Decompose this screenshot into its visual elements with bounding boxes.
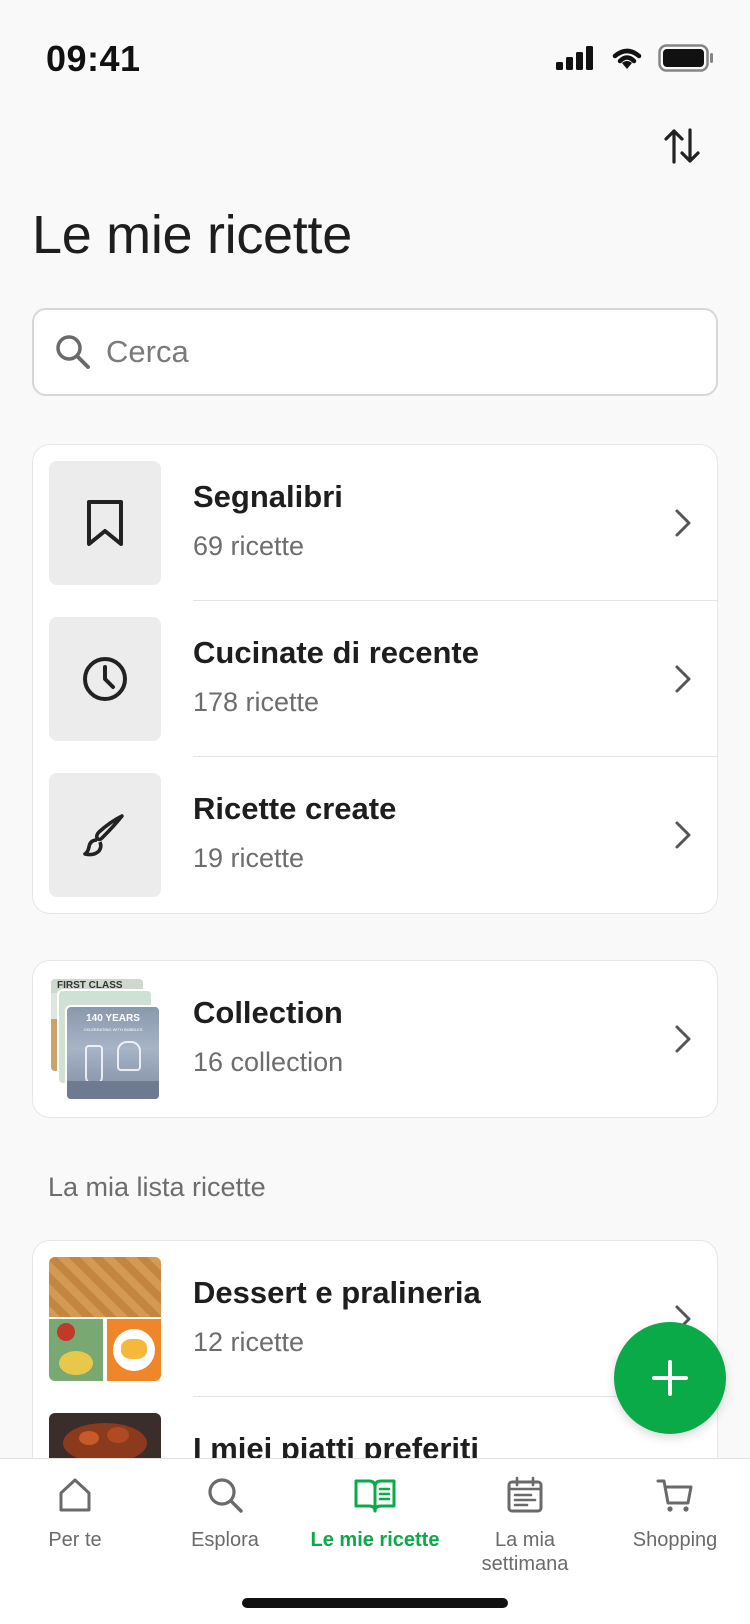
wifi-icon [612, 48, 642, 69]
list-item-created[interactable]: Ricette create 19 ricette [33, 757, 717, 913]
search-input[interactable]: Cerca [32, 308, 718, 396]
section-label: La mia lista ricette [48, 1172, 266, 1202]
search-icon [56, 335, 90, 369]
collection-title: Collection [193, 995, 343, 1030]
list-item-recent[interactable]: Cucinate di recente 178 ricette [33, 601, 717, 757]
list-item-collection[interactable]: FIRST CLASS 140 YEARS CELEBRATING WITH B… [33, 961, 717, 1117]
bookmarks-thumb [49, 461, 161, 585]
brush-icon [83, 814, 124, 857]
home-indicator [242, 1598, 508, 1608]
status-bar: 09:41 [0, 0, 750, 110]
tab-label: La mia settimana [481, 1529, 569, 1575]
cellular-signal-icon [556, 46, 593, 70]
collection-card[interactable]: FIRST CLASS 140 YEARS CELEBRATING WITH B… [32, 960, 718, 1118]
collection-thumb-subtext: CELEBRATING WITH BUBBLES [83, 1027, 143, 1032]
list-item-count: 19 ricette [193, 843, 305, 873]
plus-icon [652, 1360, 688, 1396]
home-icon [59, 1478, 91, 1512]
screen: 09:41 Le mie ricette Cerca Segnalibri 69… [0, 0, 750, 1624]
chevron-right-icon [675, 821, 691, 849]
chevron-right-icon [675, 509, 691, 537]
waffle-image [49, 1257, 161, 1317]
sort-button[interactable] [654, 118, 710, 174]
list-item-count: 12 ricette [193, 1327, 305, 1357]
list-item-title: Segnalibri [193, 479, 343, 514]
list-item-title: Dessert e pralineria [193, 1275, 481, 1310]
calendar-icon [507, 1476, 543, 1513]
tab-label: Per te [48, 1529, 102, 1551]
tab-la-mia-settimana[interactable]: La mia settimana [450, 1475, 600, 1576]
status-icons [556, 44, 714, 72]
list-item-bookmarks[interactable]: Segnalibri 69 ricette [33, 445, 717, 601]
open-book-icon [354, 1479, 396, 1513]
search-placeholder: Cerca [106, 334, 189, 369]
tab-label: Le mie ricette [310, 1529, 440, 1551]
created-thumb [49, 773, 161, 897]
dessert-thumb [49, 1257, 161, 1381]
clock-icon [83, 657, 127, 701]
sort-arrows-icon [664, 128, 700, 164]
tab-label: Esplora [191, 1529, 259, 1551]
apples-image [49, 1319, 103, 1381]
battery-icon [658, 44, 713, 72]
chevron-right-icon [675, 665, 691, 693]
status-time: 09:41 [46, 38, 141, 79]
list-item-count: 178 ricette [193, 687, 320, 717]
tab-shopping[interactable]: Shopping [600, 1475, 750, 1552]
page-title: Le mie ricette [32, 205, 352, 265]
collection-thumb-stack: FIRST CLASS 140 YEARS CELEBRATING WITH B… [49, 977, 161, 1101]
collection-count: 16 collection [193, 1047, 344, 1077]
collection-thumb-text: 140 YEARS [86, 1013, 140, 1024]
omelette-image [107, 1319, 161, 1381]
list-item-title: Ricette create [193, 791, 397, 826]
add-button[interactable] [614, 1322, 726, 1434]
recent-thumb [49, 617, 161, 741]
bookmark-icon [87, 500, 123, 546]
search-icon [208, 1478, 243, 1513]
list-item-count: 69 ricette [193, 531, 305, 561]
cart-icon [656, 1479, 693, 1512]
library-card: Segnalibri 69 ricette Cucinate di recent… [32, 444, 718, 914]
collection-thumb-front: 140 YEARS CELEBRATING WITH BUBBLES [65, 1005, 161, 1101]
tab-per-te[interactable]: Per te [0, 1475, 150, 1552]
list-item-title: Cucinate di recente [193, 635, 479, 670]
tab-esplora[interactable]: Esplora [150, 1475, 300, 1552]
tab-le-mie-ricette[interactable]: Le mie ricette [300, 1475, 450, 1552]
chevron-right-icon [675, 1025, 691, 1053]
tab-label: Shopping [632, 1529, 718, 1551]
